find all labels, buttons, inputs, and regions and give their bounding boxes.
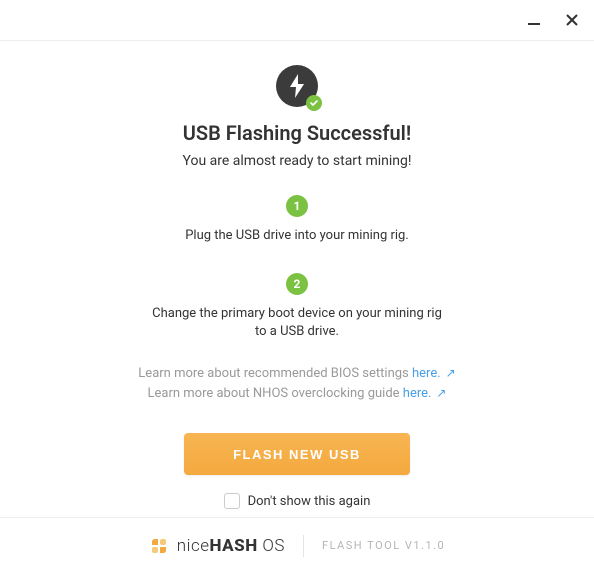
learn-more-block: Learn more about recommended BIOS settin… [138, 364, 455, 406]
flash-new-usb-button[interactable]: FLASH NEW USB [184, 433, 410, 475]
hero-icon [276, 65, 318, 107]
brand: niceHASH OS [149, 536, 285, 556]
learn-bios-link[interactable]: here. [412, 366, 441, 381]
page-subtitle: You are almost ready to start mining! [183, 153, 412, 169]
tool-version: FLASH TOOL V1.1.0 [322, 539, 445, 552]
close-icon [564, 12, 580, 28]
step-2-badge: 2 [286, 273, 308, 295]
dont-show-again-label: Don't show this again [248, 494, 371, 509]
learn-oc-line: Learn more about NHOS overclocking guide… [138, 384, 455, 405]
close-button[interactable] [562, 10, 582, 30]
check-icon [309, 98, 319, 108]
titlebar [0, 0, 594, 40]
step-1-badge: 1 [286, 195, 308, 217]
learn-oc-link-text: here. [403, 386, 432, 401]
minimize-button[interactable] [524, 10, 544, 30]
brand-hash: HASH [210, 536, 258, 556]
learn-oc-text: Learn more about NHOS overclocking guide [147, 386, 402, 401]
brand-nice: nice [177, 536, 210, 556]
learn-bios-line: Learn more about recommended BIOS settin… [138, 364, 455, 385]
page-title: USB Flashing Successful! [183, 121, 411, 145]
brand-text: niceHASH OS [177, 536, 285, 556]
minimize-icon [526, 12, 542, 28]
external-link-icon: ↗ [433, 386, 446, 400]
dont-show-again[interactable]: Don't show this again [224, 493, 371, 509]
step-1-text: Plug the USB drive into your mining rig. [185, 227, 409, 245]
success-badge [306, 95, 322, 111]
footer: niceHASH OS FLASH TOOL V1.1.0 [0, 517, 594, 573]
learn-bios-text: Learn more about recommended BIOS settin… [138, 366, 412, 381]
nicehash-logo-icon [149, 536, 169, 556]
app-window: USB Flashing Successful! You are almost … [0, 0, 594, 573]
learn-bios-link-text: here. [412, 366, 441, 381]
dont-show-again-checkbox[interactable] [224, 493, 240, 509]
step-2-text: Change the primary boot device on your m… [147, 305, 447, 341]
content: USB Flashing Successful! You are almost … [0, 41, 594, 517]
learn-oc-link[interactable]: here. [403, 386, 432, 401]
footer-separator [303, 535, 304, 557]
brand-os: OS [262, 536, 285, 556]
external-link-icon: ↗ [443, 366, 456, 380]
